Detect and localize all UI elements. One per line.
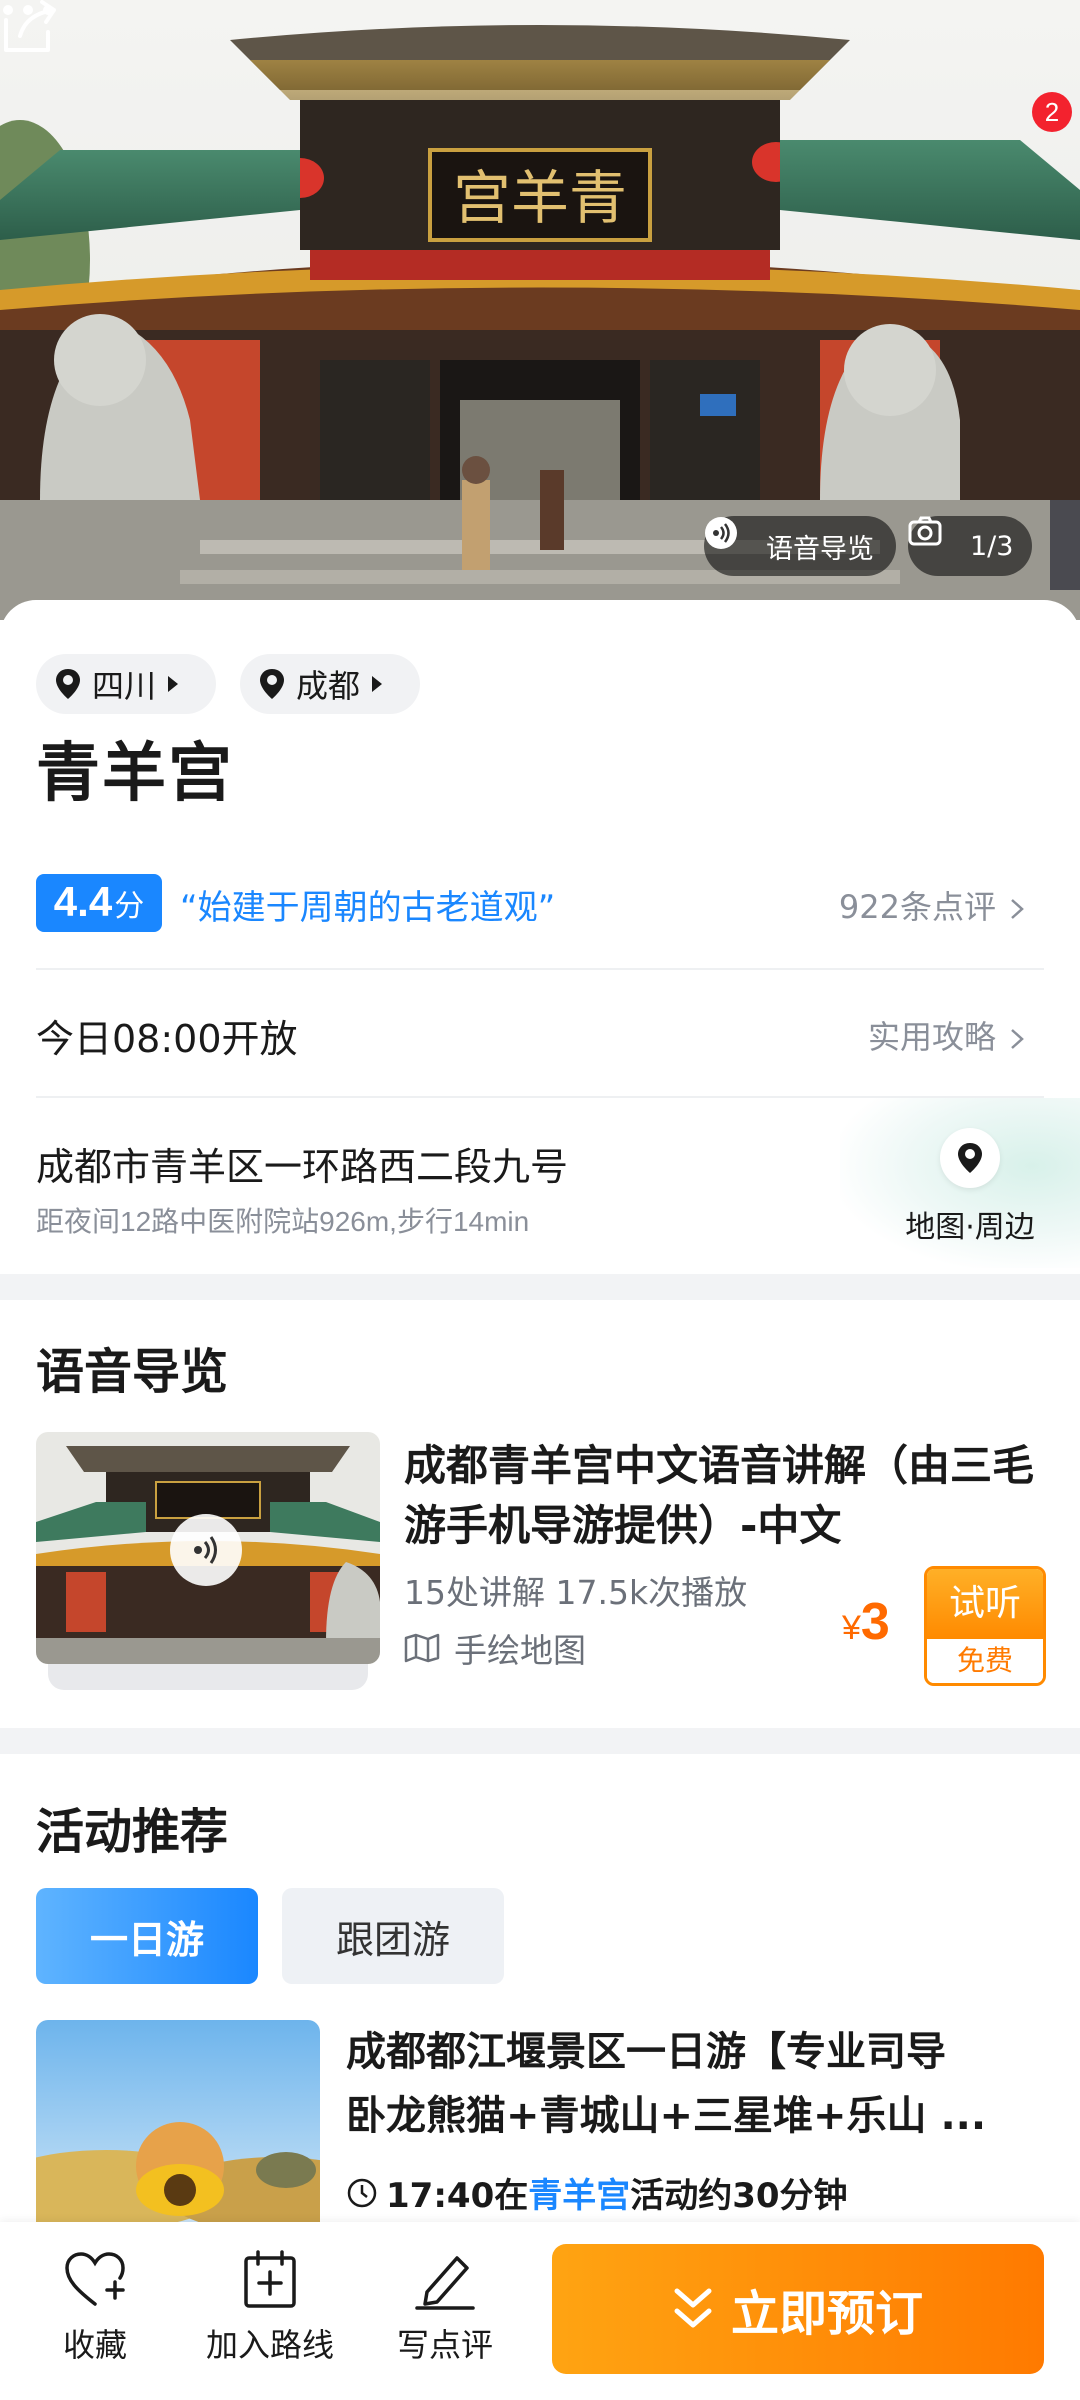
activity-thumbnail[interactable] — [36, 2020, 320, 2230]
caret-right-icon — [168, 676, 179, 692]
activity-title[interactable]: 成都都江堰景区一日游【专业司导 卧龙熊猫+青城山+三星堆+乐山 ... — [346, 2020, 1046, 2148]
audio-stats: 15处讲解 17.5k次播放 — [404, 1573, 748, 1612]
price-value: 3 — [860, 1593, 890, 1651]
favorite-label: 收藏 — [62, 2326, 127, 2364]
audio-play-icon[interactable] — [170, 1514, 242, 1586]
rating-badge: 4.4 分 — [36, 874, 162, 932]
activity-time: 17:40在 青羊宫 活动约30分钟 — [346, 2168, 848, 2217]
map-pin-icon — [940, 1128, 1000, 1188]
currency-symbol: ¥ — [842, 1609, 861, 1647]
chevron-right-icon — [1011, 1029, 1024, 1049]
caret-right-icon — [372, 676, 383, 692]
book-now-label: 立即预订 — [730, 2286, 923, 2342]
audio-guide-pill[interactable]: 语音导览 — [704, 516, 896, 576]
rating-value: 4.4 — [53, 878, 113, 925]
activity-place: 青羊宫 — [528, 2176, 631, 2216]
favorite-button[interactable]: 收藏 — [50, 2250, 140, 2366]
map-icon — [404, 1633, 440, 1663]
try-label: 试听 — [927, 1569, 1043, 1639]
activity-title-line2: 卧龙熊猫+青城山+三星堆+乐山 ... — [346, 2093, 987, 2139]
tab-day-tour[interactable]: 一日游 — [36, 1888, 258, 1984]
clock-icon — [347, 2178, 377, 2207]
book-now-button[interactable]: 立即预订 — [552, 2244, 1044, 2374]
hand-drawn-map: 手绘地图 — [404, 1624, 586, 1672]
guide-label: 实用攻略 — [867, 1018, 996, 1056]
open-status: 今日08:00开放 — [36, 1017, 298, 1061]
location-pin-icon — [56, 669, 80, 699]
page-title: 青羊宫 — [36, 737, 234, 811]
city-label: 成都 — [296, 667, 361, 705]
audio-price: ¥3 — [842, 1592, 890, 1652]
heart-plus-icon — [65, 2252, 125, 2306]
review-count-link[interactable]: 922条点评 — [839, 882, 1024, 928]
section-gap — [0, 1274, 1080, 1300]
notification-badge: 2 — [1032, 92, 1072, 132]
map-label: 地图·周边 — [905, 1210, 1035, 1245]
map-nearby-button[interactable]: 地图·周边 — [896, 1128, 1044, 1268]
free-label: 免费 — [927, 1639, 1043, 1683]
divider — [36, 968, 1044, 970]
distance-info: 距夜间12路中医附院站926m,步行14min — [36, 1206, 530, 1237]
hand-drawn-map-label: 手绘地图 — [454, 1631, 586, 1670]
review-count: 922条点评 — [838, 888, 996, 926]
audio-item-title[interactable]: 成都青羊宫中文语音讲解（由三毛游手机导游提供）-中文 — [404, 1436, 1044, 1556]
photo-counter: 1/3 — [970, 530, 1014, 562]
activity-start-time: 17:40在 — [386, 2176, 529, 2216]
section-gap — [0, 1728, 1080, 1754]
write-review-button[interactable]: 写点评 — [390, 2250, 500, 2366]
double-chevron-down-icon — [674, 2288, 712, 2328]
rating-unit: 分 — [114, 889, 145, 924]
province-label: 四川 — [92, 667, 157, 705]
tab-group-tour[interactable]: 跟团游 — [282, 1888, 504, 1984]
audio-section-title: 语音导览 — [36, 1344, 229, 1400]
sunflower-image — [36, 2020, 320, 2230]
audio-icon — [705, 517, 758, 564]
camera-icon — [908, 516, 962, 564]
province-chip[interactable]: 四川 — [36, 654, 216, 714]
calendar-plus-icon — [244, 2250, 296, 2308]
audio-guide-label: 语音导览 — [766, 533, 874, 565]
city-chip[interactable]: 成都 — [240, 654, 420, 714]
address[interactable]: 成都市青羊区一环路西二段九号 — [36, 1136, 568, 1191]
photo-counter-pill[interactable]: 1/3 — [908, 516, 1032, 576]
guide-link[interactable]: 实用攻略 — [868, 1012, 1024, 1058]
plaque-text: 宫羊青 — [453, 164, 627, 232]
more-icon[interactable] — [0, 0, 56, 20]
chevron-right-icon — [1011, 899, 1024, 919]
location-pin-icon — [260, 669, 284, 699]
activity-duration: 活动约30分钟 — [630, 2176, 848, 2216]
try-listen-button[interactable]: 试听 免费 — [924, 1566, 1046, 1686]
hero-image[interactable]: 宫羊青 2 语音导览 1/3 — [0, 0, 1080, 620]
pen-icon — [415, 2256, 475, 2310]
activity-title-line1: 成都都江堰景区一日游【专业司导 — [346, 2029, 946, 2075]
add-route-button[interactable]: 加入路线 — [198, 2250, 342, 2366]
review-quote[interactable]: “始建于周朝的古老道观” — [180, 880, 555, 929]
add-route-label: 加入路线 — [205, 2326, 334, 2364]
activities-title: 活动推荐 — [36, 1804, 229, 1860]
write-review-label: 写点评 — [396, 2326, 493, 2364]
